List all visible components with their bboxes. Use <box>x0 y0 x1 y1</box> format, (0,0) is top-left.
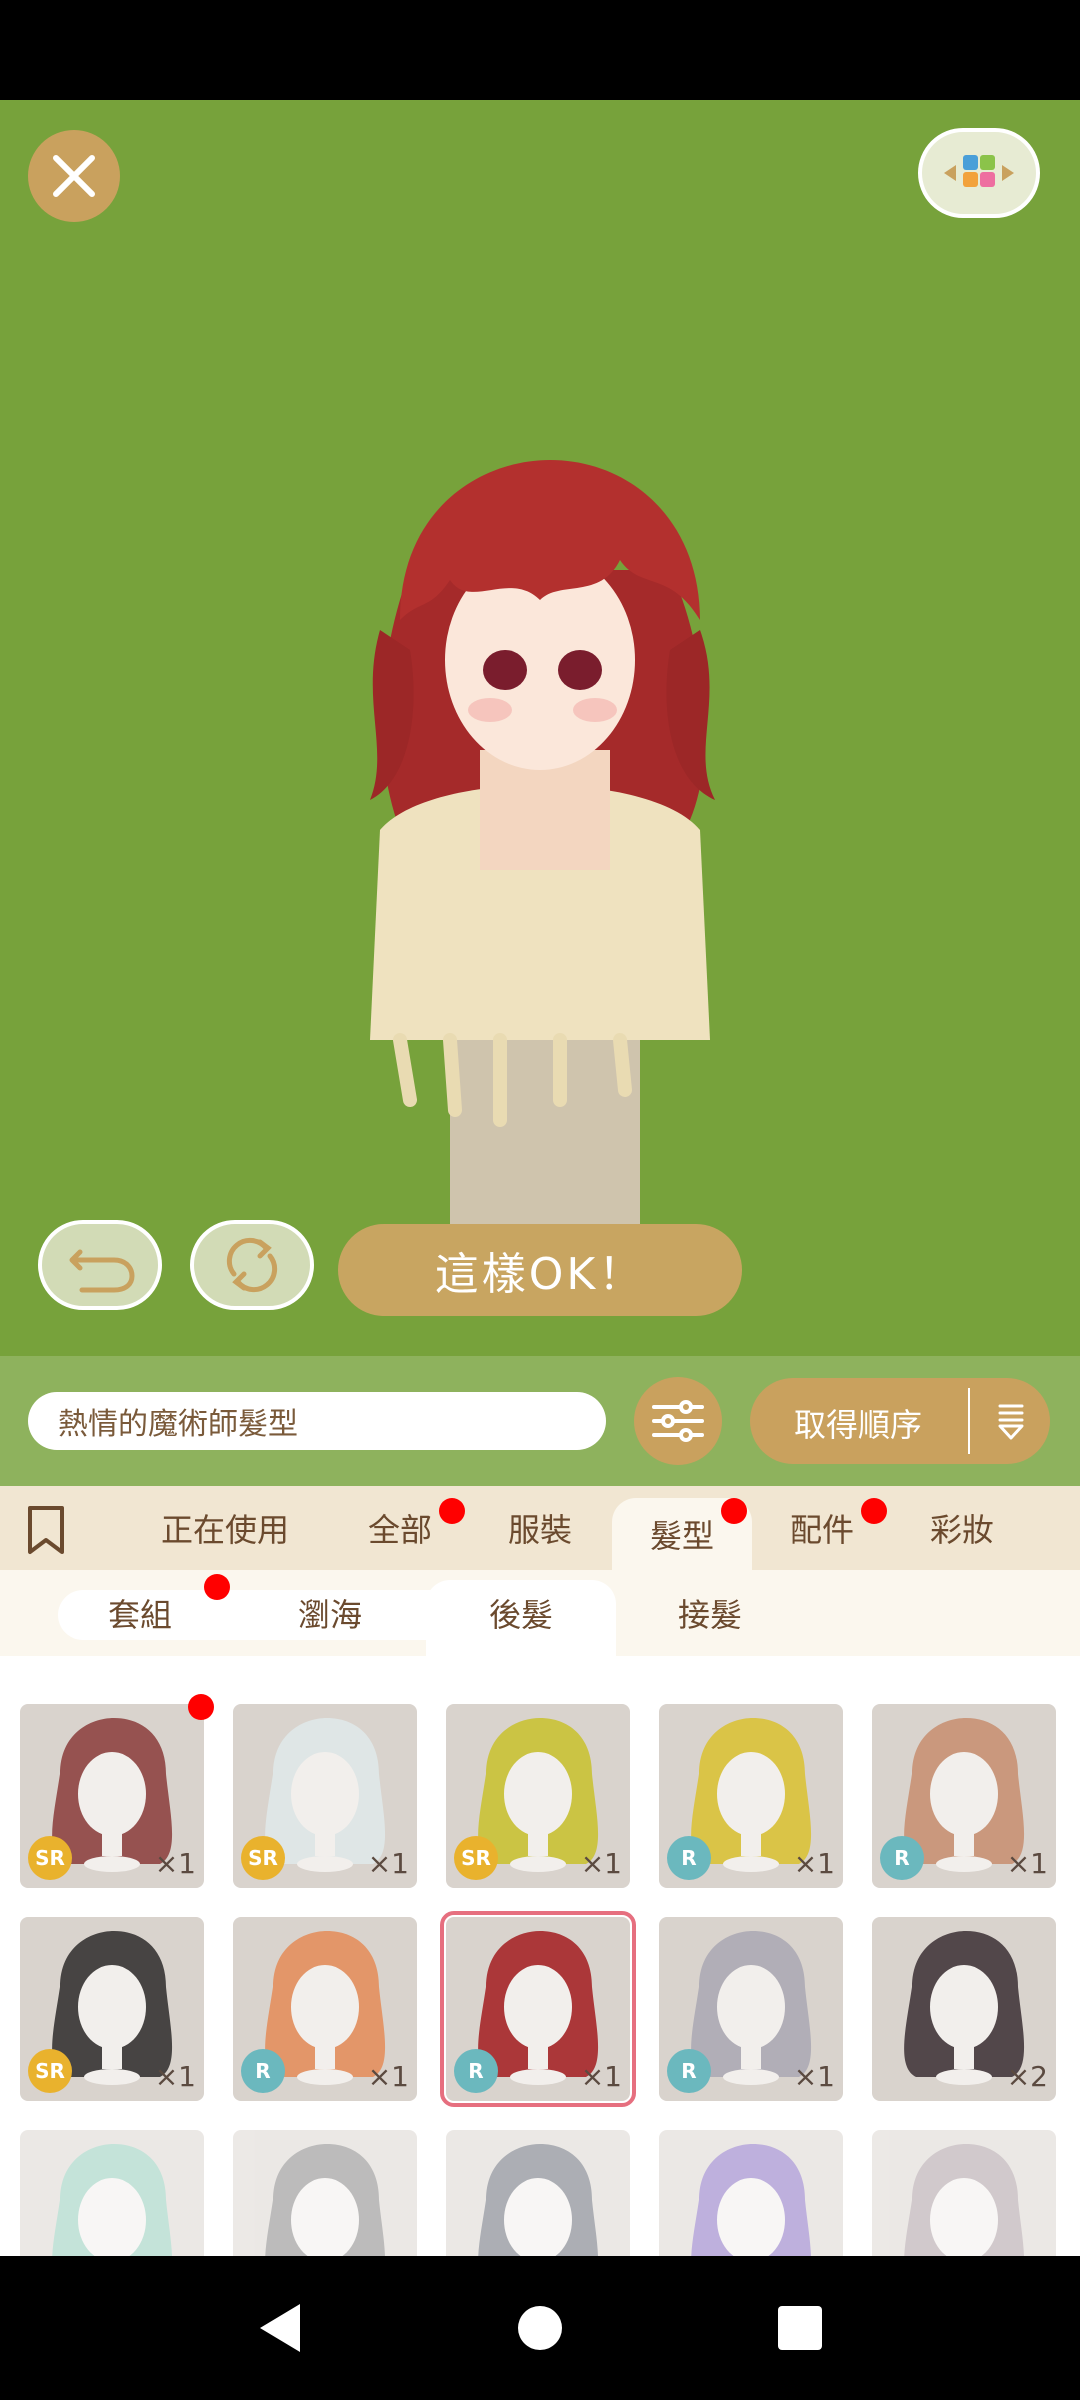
tab-label: 服裝 <box>507 1511 572 1549</box>
item-quantity: ×1 <box>580 2060 622 2093</box>
rarity-badge: R <box>454 2049 498 2093</box>
hair-item[interactable]: R ×1 <box>233 1917 417 2101</box>
tab-label: 正在使用 <box>160 1511 289 1549</box>
close-button[interactable] <box>28 130 120 222</box>
subtab-back-hair[interactable]: 後髮 <box>451 1570 591 1656</box>
undo-icon <box>69 1249 135 1293</box>
sliders-icon <box>652 1400 704 1442</box>
hair-item[interactable]: SR ×1 <box>20 1917 204 2101</box>
refresh-button[interactable] <box>190 1220 314 1310</box>
tab-label: 配件 <box>789 1511 854 1549</box>
item-quantity: ×1 <box>1006 1847 1048 1880</box>
item-search-field[interactable]: 熱情的魔術師髮型 <box>28 1392 606 1450</box>
notification-dot <box>861 1498 887 1524</box>
notification-dot <box>204 1574 230 1600</box>
sort-order-label: 取得順序 <box>794 1406 923 1444</box>
home-icon[interactable] <box>512 2298 568 2358</box>
filter-button[interactable] <box>634 1377 722 1465</box>
subtab-set[interactable]: 套組 <box>70 1570 210 1656</box>
palette-icon <box>944 155 1014 187</box>
hair-item-thumbnail <box>52 2144 172 2256</box>
item-quantity: ×1 <box>154 2060 196 2093</box>
divider <box>968 1388 970 1454</box>
hair-item[interactable] <box>233 2130 417 2256</box>
refresh-icon <box>226 1237 278 1293</box>
tab-makeup[interactable]: 彩妝 <box>892 1486 1032 1570</box>
back-icon[interactable] <box>252 2298 308 2358</box>
bookmark-icon[interactable] <box>22 1504 70 1556</box>
hair-item[interactable]: R ×1 <box>440 1911 636 2107</box>
item-quantity: ×1 <box>793 2060 835 2093</box>
notification-dot <box>439 1498 465 1524</box>
hair-item[interactable] <box>446 2130 630 2256</box>
undo-button[interactable] <box>38 1220 162 1310</box>
confirm-ok-button[interactable]: 這樣OK！ <box>338 1224 742 1316</box>
hair-item[interactable]: R ×1 <box>659 1917 843 2101</box>
rarity-badge: R <box>667 1836 711 1880</box>
subtab-label: 接髮 <box>677 1596 742 1634</box>
hair-item[interactable]: R ×1 <box>872 1704 1056 1888</box>
subtab-label: 套組 <box>107 1596 172 1634</box>
rarity-badge: SR <box>28 1836 72 1880</box>
rarity-badge: R <box>241 2049 285 2093</box>
sort-icon <box>998 1404 1024 1440</box>
item-quantity: ×1 <box>580 1847 622 1880</box>
tab-clothing[interactable]: 服裝 <box>470 1486 610 1570</box>
rarity-badge: SR <box>28 2049 72 2093</box>
hair-item[interactable] <box>659 2130 843 2256</box>
close-icon <box>53 155 95 197</box>
hair-item[interactable] <box>20 2130 204 2256</box>
rarity-badge: R <box>667 2049 711 2093</box>
subtab-label: 後髮 <box>488 1596 553 1634</box>
hair-item[interactable]: SR ×1 <box>446 1704 630 1888</box>
hair-item[interactable]: ×2 <box>872 1917 1056 2101</box>
rarity-badge: SR <box>241 1836 285 1880</box>
item-quantity: ×1 <box>793 1847 835 1880</box>
avatar-character <box>370 460 715 1310</box>
rarity-badge: SR <box>454 1836 498 1880</box>
hair-item-thumbnail <box>478 2144 598 2256</box>
rarity-badge: R <box>880 1836 924 1880</box>
hair-item[interactable]: R ×1 <box>659 1704 843 1888</box>
subtab-label: 瀏海 <box>297 1596 362 1634</box>
tab-label: 彩妝 <box>929 1511 994 1549</box>
item-quantity: ×1 <box>367 1847 409 1880</box>
tab-label: 全部 <box>367 1511 432 1549</box>
item-quantity: ×2 <box>1006 2060 1048 2093</box>
subtab-bangs[interactable]: 瀏海 <box>260 1570 400 1656</box>
item-grid: SR ×1 SR ×1 SR ×1 R ×1 R ×1 SR ×1 R ×1 R ×1 R ×1 ×2 <box>0 1656 1080 2256</box>
hair-item-thumbnail <box>691 2144 811 2256</box>
status-bar <box>0 0 1080 100</box>
notification-dot <box>721 1498 747 1524</box>
hair-item[interactable]: SR ×1 <box>20 1704 204 1888</box>
item-quantity: ×1 <box>367 2060 409 2093</box>
hair-item-thumbnail <box>904 2144 1024 2256</box>
tab-label: 髮型 <box>649 1517 714 1555</box>
hair-item[interactable]: SR ×1 <box>233 1704 417 1888</box>
system-nav-bar <box>0 2256 1080 2400</box>
palette-button[interactable] <box>918 128 1040 218</box>
tab-in-use[interactable]: 正在使用 <box>140 1486 310 1570</box>
notification-dot <box>188 1694 214 1720</box>
category-tab-bar: 正在使用 全部 服裝 髮型 配件 彩妝 <box>0 1486 1080 1570</box>
avatar-stage: 這樣OK！ <box>0 100 1080 1356</box>
sort-order-button[interactable]: 取得順序 <box>750 1378 1050 1464</box>
hair-item-thumbnail <box>265 2144 385 2256</box>
item-quantity: ×1 <box>154 1847 196 1880</box>
recents-icon[interactable] <box>772 2298 828 2358</box>
subtab-extensions[interactable]: 接髮 <box>640 1570 780 1656</box>
hair-item[interactable] <box>872 2130 1056 2256</box>
